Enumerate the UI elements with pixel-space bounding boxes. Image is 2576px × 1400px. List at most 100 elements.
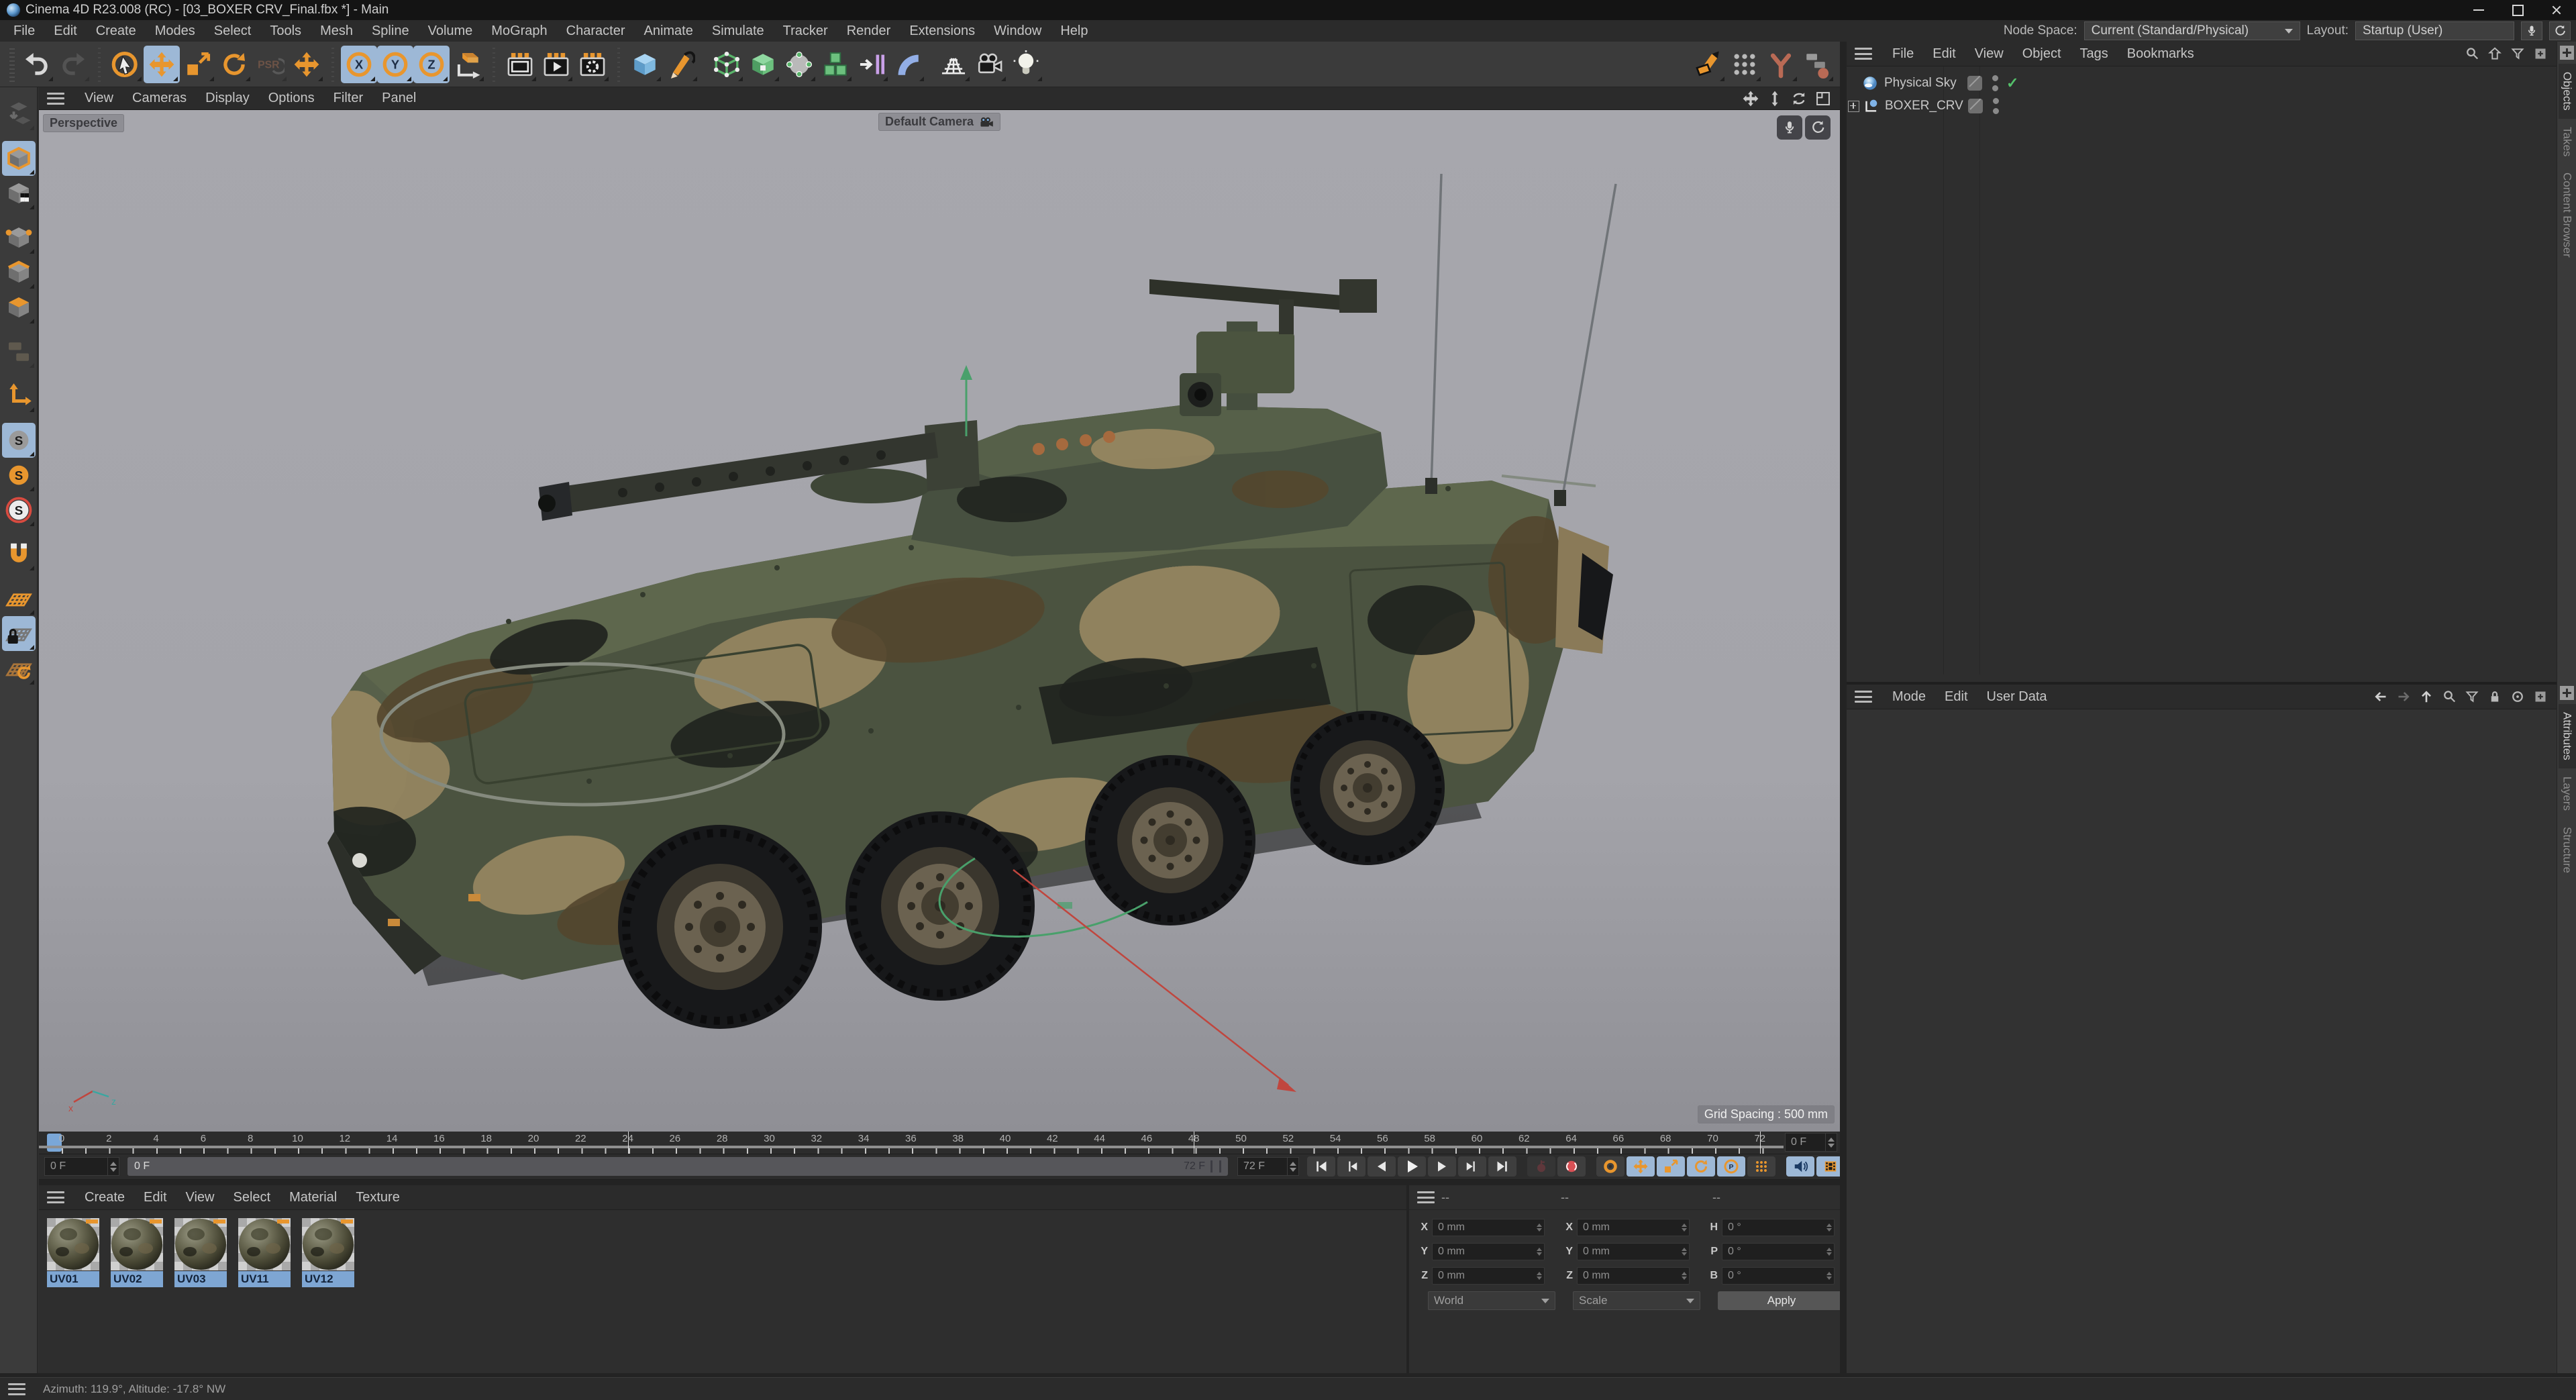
pan-icon[interactable] <box>1741 89 1761 108</box>
home-icon[interactable] <box>2485 45 2504 62</box>
coordinate-field[interactable]: 0 ° <box>1722 1243 1835 1260</box>
frame-spinner[interactable]: 0 F <box>1785 1133 1837 1152</box>
close-button[interactable] <box>2537 0 2576 20</box>
search-icon[interactable] <box>2440 688 2459 705</box>
viewport-menu-options[interactable]: Options <box>259 91 324 106</box>
layer-swatch-icon[interactable] <box>1968 99 1983 113</box>
toolbar-grip[interactable] <box>9 46 15 82</box>
lock-y-icon[interactable]: Y <box>377 45 413 83</box>
coordinate-field[interactable]: 0 ° <box>1722 1219 1835 1236</box>
object-menu-view[interactable]: View <box>1965 46 2013 62</box>
boxer-crv-model[interactable]: x z <box>39 110 1840 1132</box>
texture-mode-icon[interactable] <box>2 176 36 211</box>
sync-icon[interactable] <box>1805 115 1831 140</box>
symmetry-icon[interactable] <box>854 46 890 83</box>
object-menu-edit[interactable]: Edit <box>1923 46 1965 62</box>
preview-range-slider[interactable]: 0 F 72 F <box>127 1157 1228 1176</box>
render-settings-icon[interactable] <box>574 46 611 83</box>
filter-icon[interactable] <box>2508 45 2527 62</box>
coordinates-menu-icon[interactable] <box>1417 1191 1435 1203</box>
menu-select[interactable]: Select <box>205 23 261 39</box>
material-menu-view[interactable]: View <box>176 1190 224 1205</box>
minimize-button[interactable] <box>2459 0 2498 20</box>
range-grip-icon[interactable] <box>1210 1160 1221 1172</box>
layer-swatch-icon[interactable] <box>1967 76 1982 91</box>
material-thumbnail[interactable] <box>302 1218 354 1270</box>
camera-icon[interactable] <box>972 46 1008 83</box>
key-parameter-icon[interactable]: P <box>1717 1156 1745 1177</box>
coordinate-field[interactable]: 0 mm <box>1432 1267 1545 1285</box>
edge-mode-icon[interactable] <box>2 255 36 290</box>
snap-3d-icon[interactable]: S <box>2 493 36 528</box>
spinner-arrows-icon[interactable] <box>1535 1272 1544 1280</box>
material-menu-edit[interactable]: Edit <box>134 1190 176 1205</box>
tab-objects[interactable]: Objects <box>2558 64 2576 119</box>
spinner-arrows-icon[interactable] <box>1680 1272 1689 1280</box>
polygon-mode-icon[interactable] <box>2 290 36 325</box>
viewport-menu-filter[interactable]: Filter <box>324 91 372 106</box>
viewport-canvas[interactable]: x z Perspective Default Camera Grid Spac… <box>39 110 1840 1132</box>
material-menu-texture[interactable]: Texture <box>346 1190 409 1205</box>
menu-volume[interactable]: Volume <box>419 23 482 39</box>
tab-takes[interactable]: Takes <box>2559 119 2576 164</box>
sound-icon[interactable] <box>1786 1156 1814 1177</box>
undo-icon[interactable] <box>19 46 55 83</box>
menu-simulate[interactable]: Simulate <box>703 23 774 39</box>
menu-animate[interactable]: Animate <box>634 23 702 39</box>
spinner-arrows-icon[interactable] <box>1680 1223 1689 1232</box>
viewport-menu-icon[interactable] <box>47 92 64 105</box>
menu-create[interactable]: Create <box>87 23 146 39</box>
prev-key-icon[interactable] <box>1337 1156 1366 1177</box>
visibility-dots-icon[interactable] <box>1990 75 2000 91</box>
object-menu-file[interactable]: File <box>1883 46 1923 62</box>
coordinate-field[interactable]: 0 mm <box>1432 1243 1545 1260</box>
viewport-menu-view[interactable]: View <box>75 91 123 106</box>
redo-icon[interactable] <box>55 46 91 83</box>
enabled-check-icon[interactable]: ✓ <box>2006 74 2018 92</box>
pen-icon[interactable] <box>663 46 699 83</box>
menu-file[interactable]: File <box>4 23 44 39</box>
subdivision-surface-icon[interactable] <box>709 46 745 83</box>
material-thumbnail[interactable] <box>238 1218 291 1270</box>
light-icon[interactable] <box>1008 46 1044 83</box>
material-thumbnail[interactable] <box>174 1218 227 1270</box>
axis-mode-icon[interactable] <box>2 379 36 413</box>
material-menu-create[interactable]: Create <box>75 1190 134 1205</box>
psr-icon[interactable]: PSR <box>252 46 289 83</box>
material-item[interactable]: UV01 <box>47 1218 99 1287</box>
material-name[interactable]: UV03 <box>174 1271 227 1287</box>
material-item[interactable]: UV11 <box>238 1218 291 1287</box>
apply-button[interactable]: Apply <box>1718 1291 1845 1310</box>
menu-render[interactable]: Render <box>837 23 900 39</box>
play-icon[interactable] <box>1398 1156 1426 1177</box>
menu-mograph[interactable]: MoGraph <box>482 23 556 39</box>
key-position-icon[interactable] <box>1627 1156 1655 1177</box>
material-item[interactable]: UV12 <box>302 1218 354 1287</box>
material-menu-material[interactable]: Material <box>280 1190 346 1205</box>
spinner-arrows-icon[interactable] <box>1824 1272 1834 1280</box>
viewport-menu-panel[interactable]: Panel <box>372 91 425 106</box>
dots-grid-icon[interactable] <box>1727 46 1763 83</box>
live-selection-icon[interactable] <box>107 46 144 83</box>
floor-icon[interactable] <box>935 46 972 83</box>
tree-branch-icon[interactable] <box>1763 46 1799 83</box>
key-rotation-icon[interactable] <box>1687 1156 1715 1177</box>
viewport-menu-cameras[interactable]: Cameras <box>123 91 196 106</box>
add-icon[interactable] <box>2531 45 2550 62</box>
coord-system-icon[interactable] <box>450 46 486 83</box>
filter-icon[interactable] <box>2463 688 2481 705</box>
workplane-rotate-icon[interactable] <box>2 651 36 686</box>
spinner-arrows-icon[interactable] <box>1680 1248 1689 1256</box>
tab-attributes[interactable]: Attributes <box>2558 704 2576 768</box>
layout-dropdown[interactable]: Startup (User) <box>2355 21 2514 40</box>
object-row-boxer-crv[interactable]: BOXER_CRV <box>1847 95 2557 117</box>
zoom-view-icon[interactable] <box>1765 89 1785 108</box>
coordinate-field[interactable]: 0 mm <box>1577 1219 1690 1236</box>
last-tool-icon[interactable] <box>289 46 325 83</box>
spinner-arrows-icon[interactable] <box>107 1158 119 1175</box>
attribute-menu-edit[interactable]: Edit <box>1935 689 1977 705</box>
node-space-dropdown[interactable]: Current (Standard/Physical) <box>2083 21 2300 40</box>
move-icon[interactable] <box>144 45 180 83</box>
model-mode-icon[interactable] <box>1 141 36 176</box>
viewport-menu-display[interactable]: Display <box>196 91 259 106</box>
